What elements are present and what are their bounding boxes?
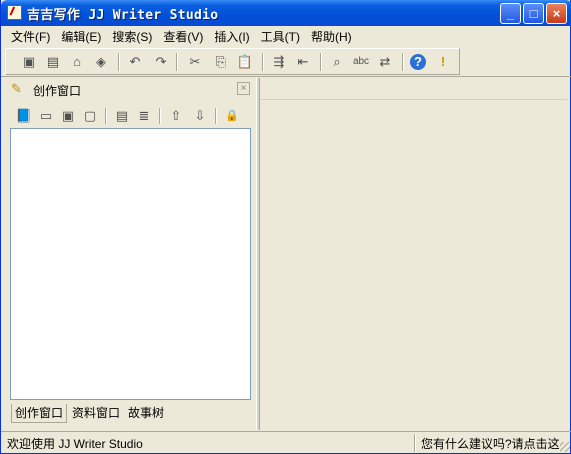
cut-icon[interactable]: ✂ — [186, 53, 204, 71]
menu-insert[interactable]: 插入(I) — [208, 27, 254, 47]
menu-help[interactable]: 帮助(H) — [305, 27, 357, 47]
book-icon[interactable]: 📘 — [15, 107, 33, 125]
menu-tools[interactable]: 工具(T) — [255, 27, 305, 47]
add-item-icon[interactable]: ▣ — [59, 107, 77, 125]
app-icon[interactable] — [7, 5, 22, 20]
toolbar-separator — [402, 53, 404, 71]
pane-splitter[interactable] — [256, 78, 260, 430]
toolbar-separator — [262, 53, 264, 71]
status-bar: 欢迎使用 JJ Writer Studio 您有什么建议吗?请点击这 — [1, 431, 571, 454]
toolbar-separator — [176, 53, 178, 71]
pane-title: 创作窗口 — [33, 84, 82, 98]
new-item-icon[interactable]: ▭ — [37, 107, 55, 125]
menu-bar: 文件(F) 编辑(E) 搜索(S) 查看(V) 插入(I) 工具(T) 帮助(H) — [5, 27, 565, 47]
maximize-button[interactable]: □ — [523, 3, 544, 24]
title-bar[interactable]: 吉吉写作 JJ Writer Studio _ □ × — [1, 0, 571, 26]
minimize-button[interactable]: _ — [500, 3, 521, 24]
outdent-icon[interactable]: ⇤ — [294, 53, 312, 71]
toolbar-separator — [320, 53, 322, 71]
feedback-link[interactable]: 您有什么建议吗?请点击这 — [421, 435, 560, 452]
indent-icon[interactable]: ⇶ — [270, 53, 288, 71]
toolbar-separator — [118, 53, 120, 71]
copy-icon[interactable]: ⎘ — [212, 53, 230, 71]
tree-view[interactable] — [10, 128, 251, 400]
pane-toolbar-separator — [215, 108, 217, 124]
recent-icon[interactable]: ◈ — [92, 53, 110, 71]
help-icon[interactable]: ? — [410, 54, 426, 70]
save-all-icon[interactable]: ▤ — [44, 53, 62, 71]
pane-icon: ✎ — [11, 81, 22, 96]
spell-check-icon[interactable]: abc — [352, 53, 370, 71]
save-icon[interactable]: ▣ — [20, 53, 38, 71]
menu-search[interactable]: 搜索(S) — [106, 27, 157, 47]
open-icon[interactable]: ⌂ — [68, 53, 86, 71]
app-window: 吉吉写作 JJ Writer Studio _ □ × 文件(F) 编辑(E) 搜索… — [0, 0, 571, 454]
resize-grip[interactable] — [560, 442, 570, 452]
editor-header-line — [261, 99, 567, 100]
pane-toolbar-separator — [105, 108, 107, 124]
status-divider — [414, 434, 416, 452]
window-title: 吉吉写作 JJ Writer Studio — [27, 8, 219, 23]
tab-material-window[interactable]: 资料窗口 — [69, 404, 123, 422]
left-pane: ✎ 创作窗口 × 📘 ▭ ▣ ▢ ▤ ≣ ⇧ ⇩ 🔒 创作窗口 资料窗口 故事树 — [5, 78, 255, 428]
editor-area[interactable] — [261, 78, 567, 430]
pane-toolbar: 📘 ▭ ▣ ▢ ▤ ≣ ⇧ ⇩ 🔒 — [5, 104, 255, 128]
pane-tabs: 创作窗口 资料窗口 故事树 — [11, 404, 169, 424]
pane-close-button[interactable]: × — [237, 82, 250, 95]
menu-edit[interactable]: 编辑(E) — [55, 27, 106, 47]
paste-icon[interactable]: 📋 — [236, 53, 254, 71]
properties-icon[interactable]: ▤ — [113, 107, 131, 125]
move-down-icon[interactable]: ⇩ — [191, 107, 209, 125]
menu-file[interactable]: 文件(F) — [5, 27, 55, 47]
close-button[interactable]: × — [546, 3, 567, 24]
status-message: 欢迎使用 JJ Writer Studio — [7, 437, 143, 451]
move-up-icon[interactable]: ⇧ — [167, 107, 185, 125]
redo-icon[interactable]: ↷ — [152, 53, 170, 71]
tip-icon[interactable]: ! — [434, 53, 452, 71]
pane-header: ✎ 创作窗口 × — [5, 78, 255, 100]
menu-view[interactable]: 查看(V) — [157, 27, 208, 47]
delete-item-icon[interactable]: ▢ — [81, 107, 99, 125]
main-toolbar: ▣ ▤ ⌂ ◈ ↶ ↷ ✂ ⎘ 📋 ⇶ ⇤ ⌕ abc ⇄ ? ! — [5, 48, 460, 75]
find-icon[interactable]: ⌕ — [328, 53, 346, 71]
pane-toolbar-separator — [159, 108, 161, 124]
list-icon[interactable]: ≣ — [135, 107, 153, 125]
tab-story-tree[interactable]: 故事树 — [125, 404, 167, 422]
tab-writing-window[interactable]: 创作窗口 — [11, 404, 68, 423]
toolbar-divider — [1, 76, 571, 77]
replace-icon[interactable]: ⇄ — [376, 53, 394, 71]
lock-icon[interactable]: 🔒 — [223, 107, 241, 125]
undo-icon[interactable]: ↶ — [126, 53, 144, 71]
